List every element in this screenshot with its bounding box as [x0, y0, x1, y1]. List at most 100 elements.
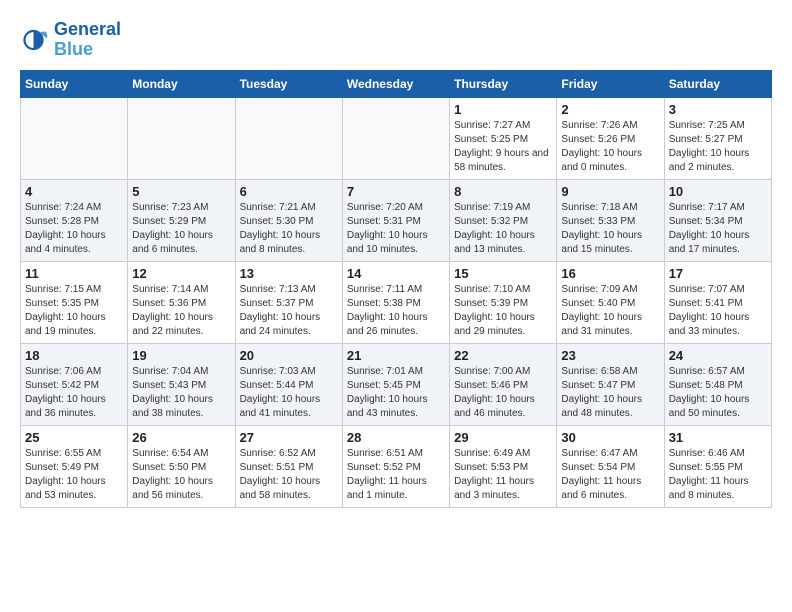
- day-number: 25: [25, 430, 123, 445]
- calendar-table: SundayMondayTuesdayWednesdayThursdayFrid…: [20, 70, 772, 508]
- day-info: Sunrise: 7:11 AM Sunset: 5:38 PM Dayligh…: [347, 283, 445, 339]
- day-number: 24: [669, 348, 767, 363]
- day-info: Sunrise: 7:21 AM Sunset: 5:30 PM Dayligh…: [240, 201, 338, 257]
- day-info: Sunrise: 7:24 AM Sunset: 5:28 PM Dayligh…: [25, 201, 123, 257]
- calendar-body: 1 Sunrise: 7:27 AM Sunset: 5:25 PM Daylig…: [21, 97, 772, 507]
- calendar-day-cell: 6 Sunrise: 7:21 AM Sunset: 5:30 PM Daylig…: [235, 179, 342, 261]
- day-number: 1: [454, 102, 552, 117]
- day-info: Sunrise: 7:23 AM Sunset: 5:29 PM Dayligh…: [132, 201, 230, 257]
- calendar-week-row: 4 Sunrise: 7:24 AM Sunset: 5:28 PM Daylig…: [21, 179, 772, 261]
- calendar-day-cell: [342, 97, 449, 179]
- calendar-day-cell: 4 Sunrise: 7:24 AM Sunset: 5:28 PM Daylig…: [21, 179, 128, 261]
- day-info: Sunrise: 7:01 AM Sunset: 5:45 PM Dayligh…: [347, 365, 445, 421]
- day-info: Sunrise: 6:49 AM Sunset: 5:53 PM Dayligh…: [454, 447, 552, 503]
- calendar-week-row: 18 Sunrise: 7:06 AM Sunset: 5:42 PM Dayli…: [21, 343, 772, 425]
- day-info: Sunrise: 6:46 AM Sunset: 5:55 PM Dayligh…: [669, 447, 767, 503]
- weekday-header-cell: Tuesday: [235, 70, 342, 97]
- day-number: 3: [669, 102, 767, 117]
- day-number: 19: [132, 348, 230, 363]
- day-info: Sunrise: 7:03 AM Sunset: 5:44 PM Dayligh…: [240, 365, 338, 421]
- calendar-day-cell: 28 Sunrise: 6:51 AM Sunset: 5:52 PM Dayli…: [342, 425, 449, 507]
- day-number: 28: [347, 430, 445, 445]
- calendar-day-cell: 30 Sunrise: 6:47 AM Sunset: 5:54 PM Dayli…: [557, 425, 664, 507]
- day-info: Sunrise: 6:52 AM Sunset: 5:51 PM Dayligh…: [240, 447, 338, 503]
- calendar-day-cell: 18 Sunrise: 7:06 AM Sunset: 5:42 PM Dayli…: [21, 343, 128, 425]
- calendar-day-cell: 12Sunrise: 7:14 AM Sunset: 5:36 PM Dayli…: [128, 261, 235, 343]
- calendar-day-cell: 5 Sunrise: 7:23 AM Sunset: 5:29 PM Daylig…: [128, 179, 235, 261]
- day-info: Sunrise: 6:58 AM Sunset: 5:47 PM Dayligh…: [561, 365, 659, 421]
- day-info: Sunrise: 7:09 AM Sunset: 5:40 PM Dayligh…: [561, 283, 659, 339]
- page-header: GeneralBlue: [20, 20, 772, 60]
- day-number: 5: [132, 184, 230, 199]
- calendar-week-row: 11 Sunrise: 7:15 AM Sunset: 5:35 PM Dayli…: [21, 261, 772, 343]
- day-number: 9: [561, 184, 659, 199]
- calendar-day-cell: 9 Sunrise: 7:18 AM Sunset: 5:33 PM Daylig…: [557, 179, 664, 261]
- calendar-day-cell: 19 Sunrise: 7:04 AM Sunset: 5:43 PM Dayli…: [128, 343, 235, 425]
- day-info: Sunrise: 7:04 AM Sunset: 5:43 PM Dayligh…: [132, 365, 230, 421]
- day-info: Sunrise: 7:19 AM Sunset: 5:32 PM Dayligh…: [454, 201, 552, 257]
- day-number: 11: [25, 266, 123, 281]
- calendar-day-cell: 23Sunrise: 6:58 AM Sunset: 5:47 PM Dayli…: [557, 343, 664, 425]
- day-number: 13: [240, 266, 338, 281]
- day-number: 29: [454, 430, 552, 445]
- calendar-day-cell: 7Sunrise: 7:20 AM Sunset: 5:31 PM Daylig…: [342, 179, 449, 261]
- day-number: 12: [132, 266, 230, 281]
- calendar-day-cell: 17Sunrise: 7:07 AM Sunset: 5:41 PM Dayli…: [664, 261, 771, 343]
- calendar-day-cell: 15Sunrise: 7:10 AM Sunset: 5:39 PM Dayli…: [450, 261, 557, 343]
- calendar-day-cell: 22 Sunrise: 7:00 AM Sunset: 5:46 PM Dayli…: [450, 343, 557, 425]
- calendar-week-row: 25 Sunrise: 6:55 AM Sunset: 5:49 PM Dayli…: [21, 425, 772, 507]
- weekday-header-row: SundayMondayTuesdayWednesdayThursdayFrid…: [21, 70, 772, 97]
- day-number: 20: [240, 348, 338, 363]
- calendar-day-cell: 25 Sunrise: 6:55 AM Sunset: 5:49 PM Dayli…: [21, 425, 128, 507]
- calendar-day-cell: 2 Sunrise: 7:26 AM Sunset: 5:26 PM Daylig…: [557, 97, 664, 179]
- day-number: 18: [25, 348, 123, 363]
- day-number: 15: [454, 266, 552, 281]
- calendar-week-row: 1 Sunrise: 7:27 AM Sunset: 5:25 PM Daylig…: [21, 97, 772, 179]
- day-number: 7: [347, 184, 445, 199]
- calendar-day-cell: 29 Sunrise: 6:49 AM Sunset: 5:53 PM Dayli…: [450, 425, 557, 507]
- day-number: 2: [561, 102, 659, 117]
- day-number: 22: [454, 348, 552, 363]
- day-number: 21: [347, 348, 445, 363]
- calendar-day-cell: 20 Sunrise: 7:03 AM Sunset: 5:44 PM Dayli…: [235, 343, 342, 425]
- day-info: Sunrise: 6:54 AM Sunset: 5:50 PM Dayligh…: [132, 447, 230, 503]
- weekday-header-cell: Sunday: [21, 70, 128, 97]
- calendar-day-cell: 31 Sunrise: 6:46 AM Sunset: 5:55 PM Dayli…: [664, 425, 771, 507]
- logo: GeneralBlue: [20, 20, 121, 60]
- day-number: 4: [25, 184, 123, 199]
- day-number: 8: [454, 184, 552, 199]
- day-info: Sunrise: 7:00 AM Sunset: 5:46 PM Dayligh…: [454, 365, 552, 421]
- day-number: 27: [240, 430, 338, 445]
- day-info: Sunrise: 7:17 AM Sunset: 5:34 PM Dayligh…: [669, 201, 767, 257]
- day-info: Sunrise: 7:26 AM Sunset: 5:26 PM Dayligh…: [561, 119, 659, 175]
- day-number: 31: [669, 430, 767, 445]
- calendar-day-cell: 14 Sunrise: 7:11 AM Sunset: 5:38 PM Dayli…: [342, 261, 449, 343]
- day-info: Sunrise: 6:47 AM Sunset: 5:54 PM Dayligh…: [561, 447, 659, 503]
- calendar-day-cell: [128, 97, 235, 179]
- calendar-day-cell: 27 Sunrise: 6:52 AM Sunset: 5:51 PM Dayli…: [235, 425, 342, 507]
- day-number: 16: [561, 266, 659, 281]
- weekday-header-cell: Thursday: [450, 70, 557, 97]
- logo-text: GeneralBlue: [54, 20, 121, 60]
- weekday-header-cell: Saturday: [664, 70, 771, 97]
- day-number: 30: [561, 430, 659, 445]
- calendar-day-cell: [235, 97, 342, 179]
- day-number: 14: [347, 266, 445, 281]
- calendar-day-cell: 11 Sunrise: 7:15 AM Sunset: 5:35 PM Dayli…: [21, 261, 128, 343]
- day-info: Sunrise: 7:18 AM Sunset: 5:33 PM Dayligh…: [561, 201, 659, 257]
- calendar-day-cell: 8 Sunrise: 7:19 AM Sunset: 5:32 PM Daylig…: [450, 179, 557, 261]
- calendar-day-cell: 26Sunrise: 6:54 AM Sunset: 5:50 PM Dayli…: [128, 425, 235, 507]
- day-info: Sunrise: 7:13 AM Sunset: 5:37 PM Dayligh…: [240, 283, 338, 339]
- day-info: Sunrise: 7:06 AM Sunset: 5:42 PM Dayligh…: [25, 365, 123, 421]
- day-info: Sunrise: 7:27 AM Sunset: 5:25 PM Dayligh…: [454, 119, 552, 175]
- day-info: Sunrise: 6:57 AM Sunset: 5:48 PM Dayligh…: [669, 365, 767, 421]
- calendar-day-cell: 3 Sunrise: 7:25 AM Sunset: 5:27 PM Daylig…: [664, 97, 771, 179]
- day-info: Sunrise: 7:15 AM Sunset: 5:35 PM Dayligh…: [25, 283, 123, 339]
- day-info: Sunrise: 7:25 AM Sunset: 5:27 PM Dayligh…: [669, 119, 767, 175]
- calendar-day-cell: 16 Sunrise: 7:09 AM Sunset: 5:40 PM Dayli…: [557, 261, 664, 343]
- day-number: 17: [669, 266, 767, 281]
- day-info: Sunrise: 6:55 AM Sunset: 5:49 PM Dayligh…: [25, 447, 123, 503]
- day-info: Sunrise: 6:51 AM Sunset: 5:52 PM Dayligh…: [347, 447, 445, 503]
- calendar-day-cell: 1 Sunrise: 7:27 AM Sunset: 5:25 PM Daylig…: [450, 97, 557, 179]
- day-number: 6: [240, 184, 338, 199]
